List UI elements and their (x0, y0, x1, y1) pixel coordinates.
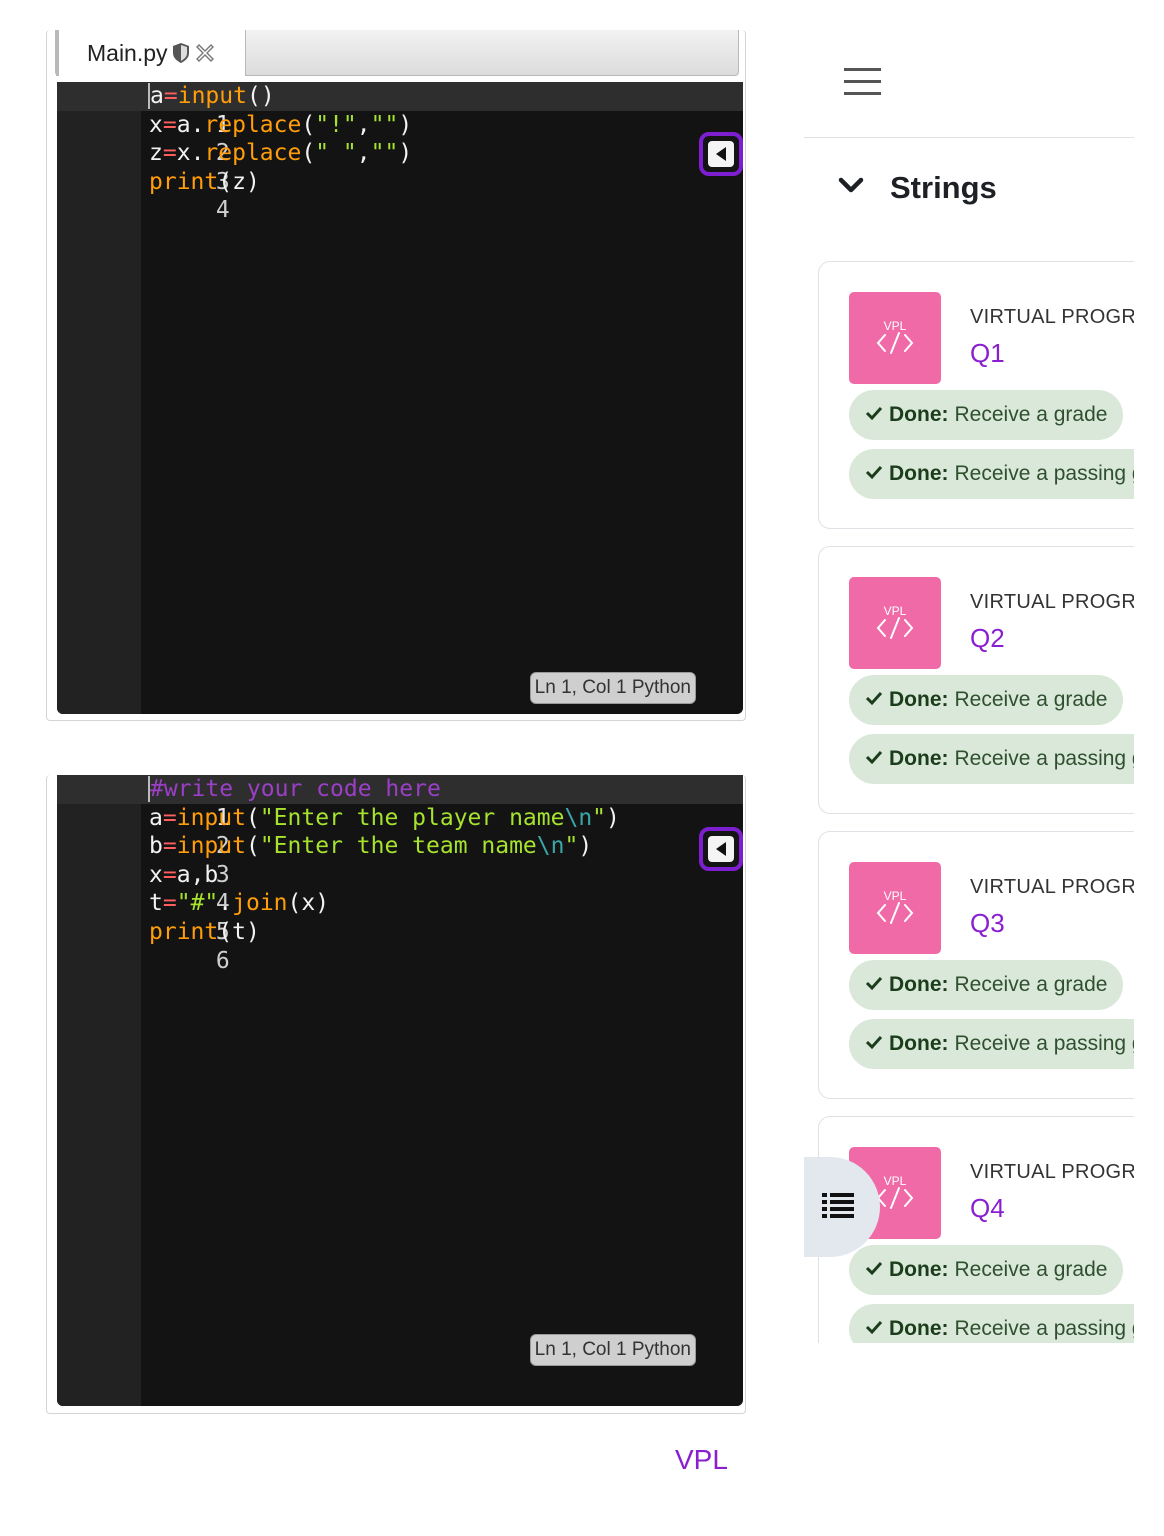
code-editor-main: Main.py 1 a=input() 2 x=a.replace("!","") … (46, 30, 746, 721)
activity-type: VIRTUAL PROGRAMMING LAB (970, 1161, 1134, 1183)
collapse-panel-button[interactable] (699, 132, 743, 176)
collapse-panel-icon (708, 141, 734, 167)
activity-type: VIRTUAL PROGRAMMING LAB (970, 306, 1134, 328)
activity-type: VIRTUAL PROGRAMMING LAB (970, 591, 1134, 613)
code-line[interactable]: 2 a=input("Enter the player name\n") (57, 804, 743, 860)
code-area[interactable]: 1 a=input() 2 x=a.replace("!","") 3 z=x.rep… (57, 82, 743, 714)
section-title: Strings (890, 170, 997, 205)
completion-badge: Done: Receive a passing grade (849, 1019, 1134, 1069)
activity-type: VIRTUAL PROGRAMMING LAB (970, 876, 1134, 898)
check-icon (865, 747, 883, 771)
close-icon[interactable] (194, 42, 216, 64)
completion-badge: Done: Receive a passing grade (849, 449, 1134, 499)
tab-label: Main.py (87, 39, 168, 66)
code-line[interactable]: 3 z=x.replace(" ","") (57, 139, 743, 195)
section-toggle[interactable]: Strings (838, 170, 997, 206)
check-icon (865, 1032, 883, 1056)
shield-icon (172, 42, 190, 64)
activity-link-q3[interactable]: Q3 (970, 908, 1005, 939)
code-line[interactable]: 6 print(t) (57, 918, 743, 974)
svg-text:VPL: VPL (884, 1174, 907, 1188)
chevron-down-icon (838, 177, 864, 200)
code-line[interactable]: 3 b=input("Enter the team name\n") (57, 832, 743, 888)
code-line[interactable]: 4 print(z) (57, 168, 743, 224)
vpl-icon: VPL (849, 292, 941, 384)
completion-badge: Done: Receive a grade (849, 1245, 1124, 1295)
check-icon (865, 462, 883, 486)
svg-text:VPL: VPL (884, 319, 907, 333)
activity-card: VPL VIRTUAL PROGRAMMING LAB Q3 Done: Rec… (818, 831, 1134, 1099)
code-editor-second: 1 #write your code here 2 a=input("Enter t… (46, 775, 746, 1414)
divider (804, 137, 1134, 138)
check-icon (865, 1258, 883, 1282)
code-line[interactable]: 5 t="#".join(x) (57, 889, 743, 945)
code-line[interactable]: 2 x=a.replace("!","") (57, 111, 743, 167)
editor-tab-bar: Main.py (55, 30, 739, 76)
check-icon (865, 688, 883, 712)
code-area[interactable]: 1 #write your code here 2 a=input("Enter t… (57, 775, 743, 1406)
svg-text:VPL: VPL (884, 889, 907, 903)
check-icon (865, 1317, 883, 1341)
activity-card: VPL VIRTUAL PROGRAMMING LAB Q2 Done: Rec… (818, 546, 1134, 814)
collapse-panel-button[interactable] (699, 827, 743, 871)
completion-badge: Done: Receive a grade (849, 675, 1124, 725)
status-indicator: Ln 1, Col 1 Python (529, 672, 696, 704)
completion-badge: Done: Receive a grade (849, 960, 1124, 1010)
hamburger-icon[interactable] (844, 68, 881, 96)
code-line[interactable]: 1 a=input() (57, 82, 743, 138)
collapse-panel-icon (708, 836, 734, 862)
page: Main.py 1 a=input() 2 x=a.replace("!","") … (0, 0, 1164, 1536)
completion-badge: Done: Receive a grade (849, 390, 1124, 440)
tab-main-py[interactable]: Main.py (56, 30, 246, 76)
course-index-drawer: Strings VPL VIRTUAL PROGRAMMING LAB Q1 D… (804, 0, 1134, 1343)
svg-text:VPL: VPL (884, 604, 907, 618)
completion-badge: Done: Receive a passing grade (849, 734, 1134, 784)
status-indicator: Ln 1, Col 1 Python (529, 1334, 696, 1366)
vpl-link[interactable]: VPL (675, 1444, 728, 1476)
code-line[interactable]: 1 #write your code here (57, 775, 743, 831)
activity-card: VPL VIRTUAL PROGRAMMING LAB Q1 Done: Rec… (818, 261, 1134, 529)
activity-link-q1[interactable]: Q1 (970, 338, 1005, 369)
vpl-icon: VPL (849, 862, 941, 954)
activity-link-q2[interactable]: Q2 (970, 623, 1005, 654)
activity-link-q4[interactable]: Q4 (970, 1193, 1005, 1224)
check-icon (865, 403, 883, 427)
vpl-icon: VPL (849, 577, 941, 669)
code-line[interactable]: 4 x=a,b (57, 861, 743, 917)
completion-badge: Done: Receive a passing grade (849, 1304, 1134, 1343)
check-icon (865, 973, 883, 997)
list-icon (822, 1192, 854, 1223)
